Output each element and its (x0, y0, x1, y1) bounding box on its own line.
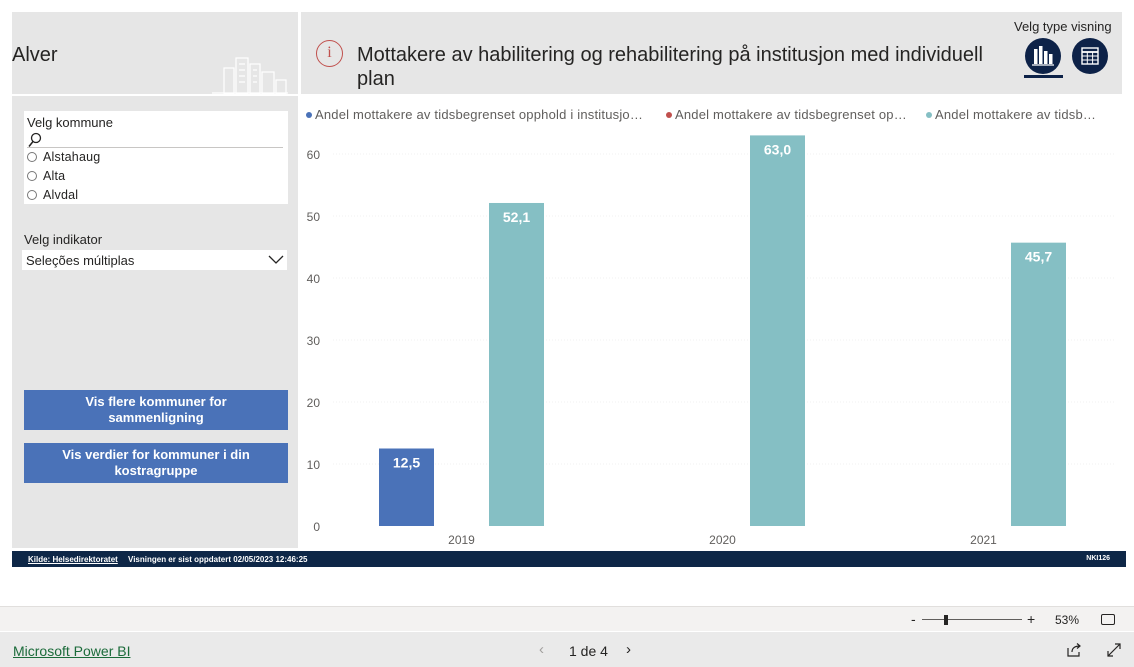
x-tick-label: 2019 (448, 533, 475, 547)
chevron-down-icon (268, 255, 284, 264)
y-tick-label: 40 (307, 272, 321, 286)
legend-marker (306, 112, 312, 118)
zoom-slider[interactable] (922, 619, 1022, 620)
city-skyline-icon (212, 57, 288, 94)
indicator-dropdown-value: Seleções múltiplas (26, 253, 135, 268)
y-tick-label: 0 (313, 520, 320, 534)
x-tick-label: 2020 (709, 533, 736, 547)
table-view-button[interactable] (1072, 38, 1108, 74)
data-label: 52,1 (503, 209, 530, 225)
bar-chart: Andel mottakere av tidsbegrenset opphold… (306, 107, 1116, 547)
zoom-level: 53% (1055, 613, 1080, 627)
bar-chart-icon (1032, 46, 1054, 66)
data-label: 45,7 (1025, 249, 1052, 265)
radio-icon (27, 152, 37, 162)
source-link[interactable]: Kilde: Helsedirektoratet (28, 555, 118, 564)
next-page-icon[interactable]: › (626, 641, 631, 658)
y-tick-label: 10 (307, 458, 321, 472)
slicer-title: Velg kommune (27, 115, 113, 130)
y-tick-label: 60 (307, 148, 321, 162)
previous-page-icon[interactable]: ‹ (539, 641, 544, 658)
search-icon (28, 132, 42, 147)
radio-icon (27, 171, 37, 181)
fit-to-page-icon[interactable] (1101, 614, 1115, 625)
slicer-item-alstahaug[interactable]: Alstahaug (27, 150, 100, 164)
chart-view-button[interactable] (1025, 38, 1061, 74)
power-bi-link[interactable]: Microsoft Power BI (13, 643, 130, 659)
zoom-toolbar: - + 53% (0, 606, 1134, 631)
last-updated-text: Visningen er sist oppdatert 02/05/2023 1… (128, 555, 308, 564)
data-label: 12,5 (393, 455, 420, 471)
chart-title: Mottakere av habilitering og rehabiliter… (357, 44, 983, 90)
info-icon[interactable]: i (316, 40, 343, 67)
legend-entry: Andel mottakere av tidsbegrenset opphold… (315, 107, 643, 122)
indicator-code: NKI126 (1086, 555, 1110, 562)
indicator-dropdown[interactable]: Seleções múltiplas (22, 250, 287, 270)
bottom-bar: Microsoft Power BI ‹ 1 de 4 › (0, 632, 1134, 667)
x-tick-label: 2021 (970, 533, 997, 547)
fullscreen-icon[interactable] (1106, 642, 1122, 658)
compare-municipalities-button[interactable]: Vis flere kommuner for sammenligning (24, 390, 288, 430)
zoom-in-button[interactable]: + (1027, 611, 1035, 627)
share-icon[interactable] (1066, 642, 1082, 658)
page-indicator: 1 de 4 (569, 643, 608, 659)
legend-marker (666, 112, 672, 118)
data-label: 63,0 (764, 141, 791, 157)
municipality-title: Alver (12, 44, 58, 66)
source-footer: Kilde: Helsedirektoratet Visningen er si… (12, 551, 1126, 567)
bar (1011, 242, 1066, 526)
legend-marker (926, 112, 932, 118)
bar (489, 202, 544, 526)
active-view-indicator (1024, 75, 1063, 78)
indicator-label: Velg indikator (24, 232, 103, 247)
zoom-out-button[interactable]: - (911, 611, 916, 627)
radio-icon (27, 190, 37, 200)
municipality-slicer[interactable]: Velg kommune Alstahaug Alta Alvdal (24, 111, 288, 204)
legend-entry: Andel mottakere av tidsb… (935, 107, 1096, 122)
kostra-group-button[interactable]: Vis verdier for kommuner i din kostragru… (24, 443, 288, 483)
zoom-slider-thumb[interactable] (944, 615, 948, 625)
y-tick-label: 30 (307, 334, 321, 348)
bar (750, 135, 805, 526)
slicer-search-input[interactable] (27, 131, 283, 148)
view-type-label: Velg type visning (1014, 19, 1112, 34)
y-tick-label: 20 (307, 396, 321, 410)
y-tick-label: 50 (307, 210, 321, 224)
table-icon (1081, 47, 1099, 65)
slicer-item-alvdal[interactable]: Alvdal (27, 188, 78, 202)
legend-entry: Andel mottakere av tidsbegrenset op… (675, 107, 907, 122)
slicer-item-alta[interactable]: Alta (27, 169, 65, 183)
